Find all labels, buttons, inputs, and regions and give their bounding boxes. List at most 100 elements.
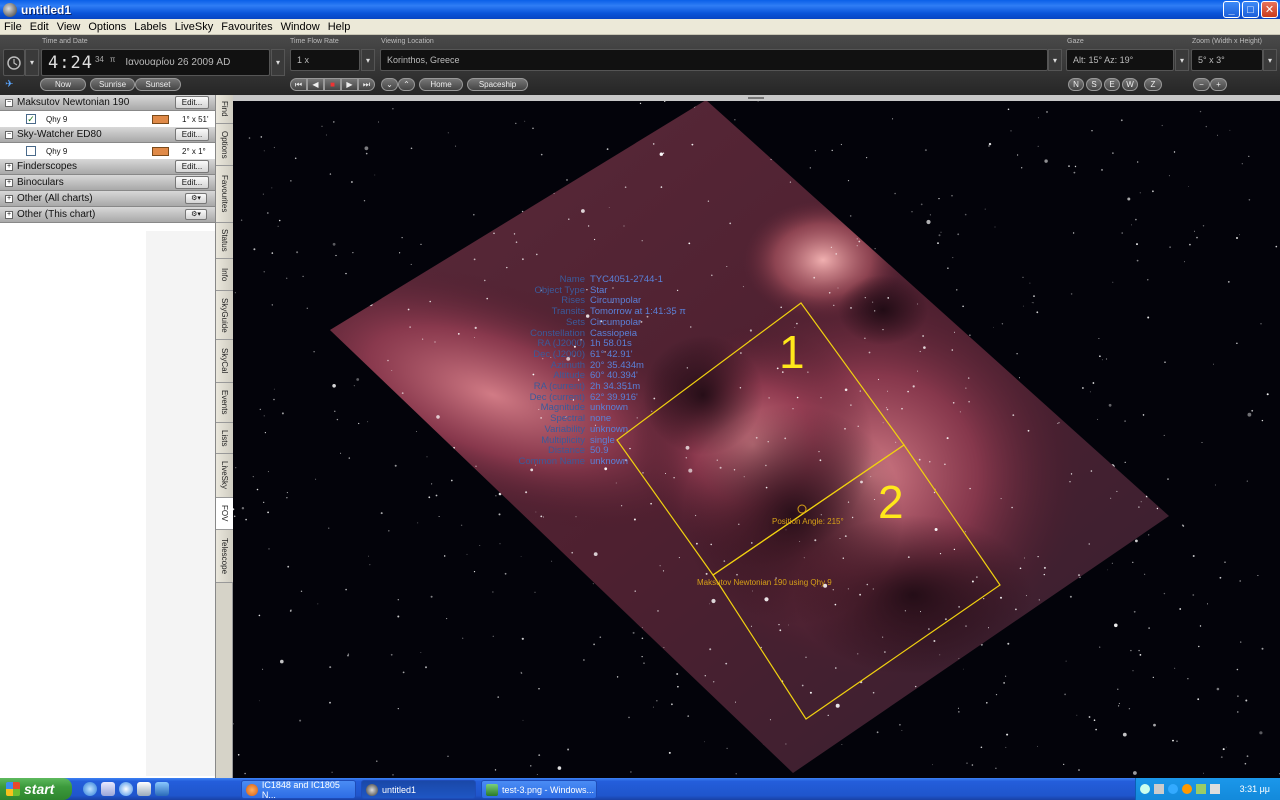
sunset-button[interactable]: Sunset — [135, 78, 181, 91]
tab-skyguide[interactable]: SkyGuide — [216, 291, 233, 340]
tray-icon[interactable] — [1182, 784, 1192, 794]
group-header-finderscopes[interactable]: + Finderscopes Edit... — [0, 159, 215, 175]
edit-button[interactable]: Edit... — [175, 96, 209, 109]
pin-icon[interactable]: ✈ — [5, 79, 13, 90]
maximize-button[interactable]: □ — [1242, 1, 1259, 18]
minimize-button[interactable]: _ — [1223, 1, 1240, 18]
step-forward-button[interactable]: ▶ — [341, 78, 358, 91]
zoom-dropdown[interactable]: ▾ — [1263, 49, 1277, 71]
tab-options[interactable]: Options — [216, 124, 233, 166]
flow-rate-dropdown[interactable]: ▾ — [361, 49, 375, 71]
chart-resize-strip[interactable] — [233, 95, 1280, 101]
gaze-west-button[interactable]: W — [1122, 78, 1138, 91]
task-image-viewer[interactable]: test-3.png - Windows... — [481, 780, 597, 799]
sky-chart[interactable]: 1 2 Position Angle: 215° Maksutov Newton… — [233, 95, 1280, 778]
expand-icon[interactable]: + — [5, 178, 13, 187]
color-swatch[interactable] — [152, 114, 169, 124]
time-display[interactable]: 4:24 34 π Ιανουαρίου 26 2009 AD — [41, 49, 270, 76]
gaze-field[interactable]: Alt: 15° Az: 19° — [1066, 49, 1174, 71]
gaze-north-button[interactable]: N — [1068, 78, 1084, 91]
group-header-other-all[interactable]: + Other (All charts) ⚙▾ — [0, 191, 215, 207]
edit-button[interactable]: Edit... — [175, 176, 209, 189]
color-swatch[interactable] — [152, 146, 169, 156]
spaceship-button[interactable]: Spaceship — [467, 78, 528, 91]
date-dropdown[interactable]: ▾ — [271, 49, 285, 76]
list-item[interactable]: Qhy 9 2° x 1° — [0, 143, 215, 159]
collapse-icon[interactable]: − — [5, 98, 13, 107]
task-firefox[interactable]: IC1848 and IC1805 N... — [241, 780, 356, 800]
menu-labels[interactable]: Labels — [130, 21, 170, 33]
menu-livesky[interactable]: LiveSky — [171, 21, 218, 33]
sunrise-button[interactable]: Sunrise — [90, 78, 135, 91]
tab-info[interactable]: Info — [216, 259, 233, 291]
menu-file[interactable]: File — [0, 21, 26, 33]
tab-skycal[interactable]: SkyCal — [216, 340, 233, 383]
zoom-in-button[interactable]: + — [1210, 78, 1227, 91]
menu-view[interactable]: View — [53, 21, 85, 33]
menu-favourites[interactable]: Favourites — [217, 21, 276, 33]
rewind-fast-button[interactable]: ⏮ — [290, 78, 307, 91]
now-button[interactable]: Now — [40, 78, 86, 91]
tray-icon[interactable] — [1210, 784, 1220, 794]
location-dropdown[interactable]: ▾ — [1048, 49, 1062, 71]
gaze-south-button[interactable]: S — [1086, 78, 1102, 91]
home-button[interactable]: Home — [419, 78, 463, 91]
tab-status[interactable]: Status — [216, 223, 233, 259]
stop-button[interactable]: ■ — [324, 78, 341, 91]
group-header-other-this[interactable]: + Other (This chart) ⚙▾ — [0, 207, 215, 223]
group-header-binoculars[interactable]: + Binoculars Edit... — [0, 175, 215, 191]
gaze-east-button[interactable]: E — [1104, 78, 1120, 91]
task-untitled1[interactable]: untitled1 — [361, 780, 476, 799]
menu-window[interactable]: Window — [277, 21, 324, 33]
gear-menu-button[interactable]: ⚙▾ — [185, 193, 207, 204]
expand-icon[interactable]: + — [5, 162, 13, 171]
tilt-down-button[interactable]: ⌄ — [381, 78, 398, 91]
forward-fast-button[interactable]: ⏭ — [358, 78, 375, 91]
gear-menu-button[interactable]: ⚙▾ — [185, 209, 207, 220]
tab-find[interactable]: Find — [216, 95, 233, 124]
zoom-field[interactable]: 5° x 3° — [1191, 49, 1263, 71]
tab-events[interactable]: Events — [216, 383, 233, 423]
expand-icon[interactable]: + — [5, 194, 13, 203]
tab-favourites[interactable]: Favourites — [216, 166, 233, 223]
zoom-out-button[interactable]: − — [1193, 78, 1210, 91]
resize-grip-icon[interactable] — [748, 97, 764, 99]
list-item[interactable]: ✓ Qhy 9 1° x 51' — [0, 111, 215, 127]
checkbox-checked[interactable]: ✓ — [26, 114, 36, 124]
app-icon[interactable] — [137, 782, 151, 796]
clock-dial-icon[interactable] — [3, 49, 25, 76]
expand-icon[interactable]: + — [5, 210, 13, 219]
tab-telescope[interactable]: Telescope — [216, 530, 233, 583]
checkbox-unchecked[interactable] — [26, 146, 36, 156]
menu-edit[interactable]: Edit — [26, 21, 53, 33]
menu-help[interactable]: Help — [324, 21, 355, 33]
location-field[interactable]: Korinthos, Greece — [380, 49, 1048, 71]
refresh-icon[interactable] — [119, 782, 133, 796]
tilt-up-button[interactable]: ⌃ — [398, 78, 415, 91]
network-icon[interactable] — [155, 782, 169, 796]
sky-view[interactable] — [233, 95, 1280, 778]
time-options-dropdown[interactable]: ▾ — [25, 49, 39, 76]
gaze-dropdown[interactable]: ▾ — [1175, 49, 1189, 71]
edit-button[interactable]: Edit... — [175, 160, 209, 173]
clock[interactable]: 3:31 μμ — [1240, 784, 1270, 794]
edit-icon[interactable] — [101, 782, 115, 796]
step-back-button[interactable]: ◀ — [307, 78, 324, 91]
group-header-maksutov[interactable]: − Maksutov Newtonian 190 Edit... — [0, 95, 215, 111]
start-button[interactable]: start — [0, 778, 72, 800]
tray-icon[interactable] — [1196, 784, 1206, 794]
group-header-skywatcher[interactable]: − Sky-Watcher ED80 Edit... — [0, 127, 215, 143]
tab-livesky[interactable]: LiveSky — [216, 454, 233, 498]
collapse-icon[interactable]: − — [5, 130, 13, 139]
bluetooth-icon[interactable] — [1168, 784, 1178, 794]
tray-icon[interactable] — [1140, 784, 1150, 794]
tab-lists[interactable]: Lists — [216, 423, 233, 454]
ie-icon[interactable] — [83, 782, 97, 796]
flow-rate-field[interactable]: 1 x — [290, 49, 360, 71]
tray-icon[interactable] — [1154, 784, 1164, 794]
edit-button[interactable]: Edit... — [175, 128, 209, 141]
tab-fov[interactable]: FOV — [216, 498, 233, 530]
gaze-zenith-button[interactable]: Z — [1144, 78, 1162, 91]
close-button[interactable]: ✕ — [1261, 1, 1278, 18]
menu-options[interactable]: Options — [84, 21, 130, 33]
